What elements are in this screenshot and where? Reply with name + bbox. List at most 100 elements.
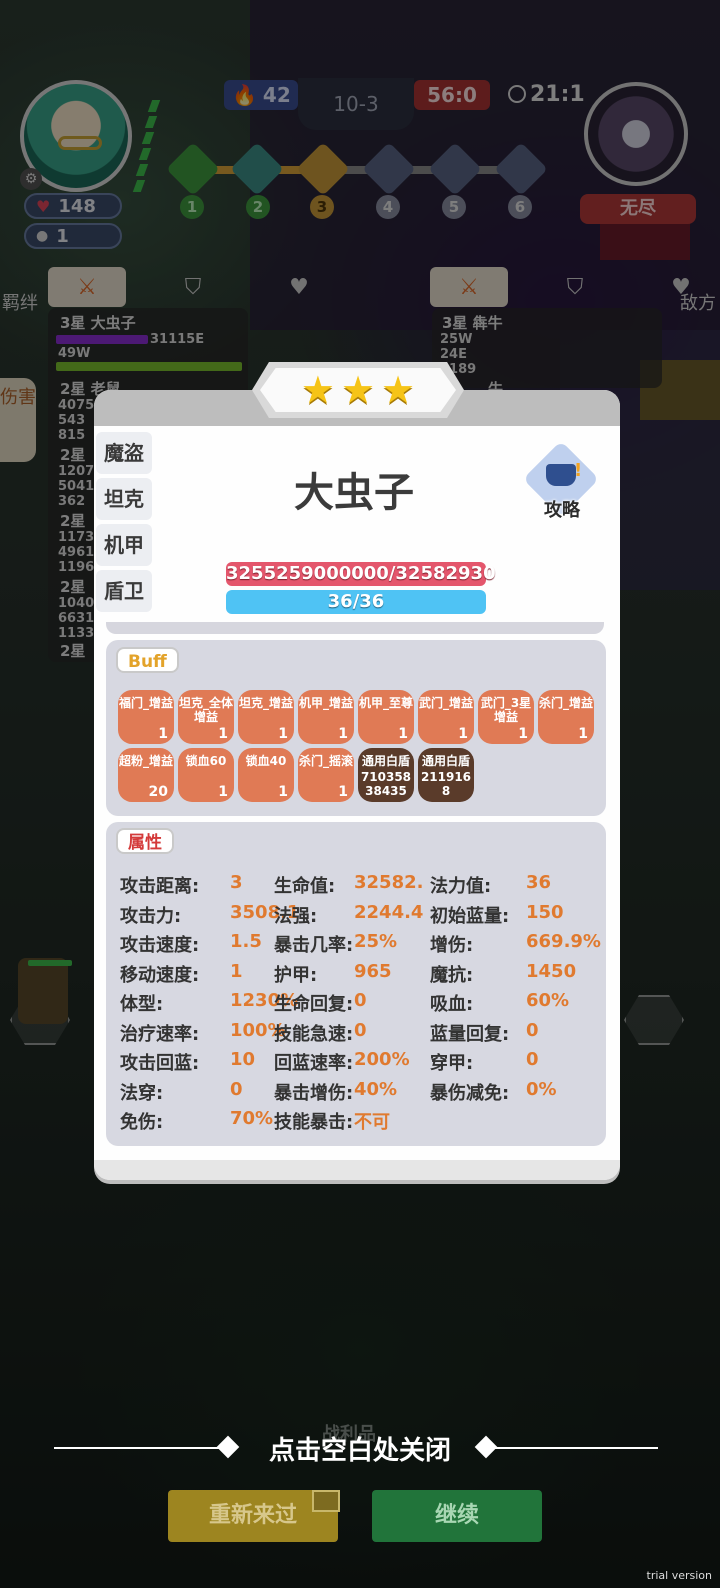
graduation-cap-icon [546,464,576,486]
buff-tile[interactable]: 机甲_增益 1 [298,690,354,744]
attribute-label: 免伤: [120,1112,164,1133]
attribute-value: 0 [526,1049,539,1070]
star-banner: ★ ★ ★ [260,368,456,412]
buff-count: 1 [278,726,288,742]
attribute-label: 法强: [274,905,318,927]
buff-tile-shield[interactable]: 通用白盾 211916 8 [418,748,474,802]
strategy-button[interactable]: ! 攻略 [522,440,600,521]
buff-tile[interactable]: 锁血40 1 [238,748,294,802]
attribute-value: 0 [230,1078,243,1100]
attribute-value: 0 [354,990,367,1011]
retry-button[interactable]: 重新来过 [168,1490,340,1542]
buff-name: 福门_增益 [118,696,173,710]
alert-icon: ! [574,460,583,481]
divider-right [494,1447,658,1449]
attribute-value: 32582. [354,872,424,893]
attribute-label: 攻击回蓝: [120,1053,200,1074]
buff-name: 武门_增益 [418,696,473,710]
attribute-item: 攻击力: 3508.1 [120,902,299,928]
attribute-label: 魔抗: [430,964,474,986]
buff-tile[interactable]: 机甲_至尊 1 [358,690,414,744]
attribute-value: 1.5 [230,931,262,952]
modal-divider [106,622,604,634]
attribute-label: 攻击力: [120,905,182,927]
attribute-label: 技能暴击: [274,1112,354,1133]
buff-tile[interactable]: 武门_增益 1 [418,690,474,744]
buff-name: 武门_3星增益 [480,696,532,724]
attribute-item: 治疗速率: 100% [120,1020,286,1046]
buff-tile[interactable]: 杀门_增益 1 [538,690,594,744]
attribute-value: 150 [526,901,564,923]
attribute-item: 技能暴击: 不可 [274,1108,390,1134]
star-icon-3: ★ [381,368,416,412]
attribute-item: 穿甲: 0 [430,1049,539,1075]
attribute-label: 法力值: [430,876,492,897]
attribute-item: 护甲: 965 [274,961,392,987]
buff-name: 锁血40 [245,754,287,768]
buff-count: 1 [458,726,468,742]
attribute-label: 暴击几率: [274,935,354,956]
attribute-label: 暴击增伤: [274,1082,354,1104]
class-tab-2[interactable]: 坦克 [96,478,152,520]
attribute-label: 体型: [120,994,164,1015]
continue-button[interactable]: 继续 [372,1490,542,1542]
attribute-label: 初始蓝量: [430,905,510,927]
buff-count: 1 [398,726,408,742]
class-tab-4[interactable]: 盾卫 [96,570,152,612]
attribute-value: 25% [354,931,398,952]
attribute-label: 吸血: [430,994,474,1015]
buff-name: 杀门_增益 [538,696,593,710]
attribute-value: 10 [230,1049,256,1070]
buff-count: 1 [338,726,348,742]
class-tab-1[interactable]: 魔盗 [96,432,152,474]
strategy-label: 攻略 [544,500,580,521]
attribute-value: 965 [354,960,392,982]
attribute-label: 穿甲: [430,1053,474,1074]
buff-count: 1 [518,726,528,742]
buff-name: 坦克_增益 [238,696,293,710]
attribute-label: 护甲: [274,964,318,986]
hero-mp-bar: 36/36 [226,590,486,614]
attribute-item: 回蓝速率: 200% [274,1049,410,1075]
class-tab-3[interactable]: 机甲 [96,524,152,566]
attribute-item: 免伤: 70% [120,1108,273,1134]
close-hint: 点击空白处关闭 [268,1436,451,1466]
buff-count: 1 [218,726,228,742]
buff-tile[interactable]: 坦克_增益 1 [238,690,294,744]
attribute-value: 1 [230,960,243,982]
attribute-value: 60% [526,990,570,1011]
attribute-label: 生命回复: [274,994,354,1015]
buff-tile[interactable]: 武门_3星增益 1 [478,690,534,744]
buff-tile[interactable]: 杀门_摇滚 1 [298,748,354,802]
buff-name: 锁血60 [185,754,227,768]
attribute-section-label: 属性 [116,828,174,854]
buff-tile[interactable]: 福门_增益 1 [118,690,174,744]
modal-footer-strip [94,1160,620,1180]
attribute-value: 200% [354,1049,410,1070]
attribute-value: 36 [526,872,552,893]
hero-name: 大虫子 [294,470,414,516]
attribute-value: 3 [230,872,243,893]
buff-tile[interactable]: 坦克_全体增益 1 [178,690,234,744]
attribute-label: 移动速度: [120,964,200,986]
buff-tile-shield[interactable]: 通用白盾 710358 38435 [358,748,414,802]
attribute-item: 暴击几率: 25% [274,931,397,957]
buff-tile[interactable]: 超粉_增益 20 [118,748,174,802]
attribute-value: 2244.4 [354,901,424,923]
class-tab-list: 魔盗 坦克 机甲 盾卫 [96,432,154,616]
attribute-label: 法穿: [120,1082,164,1104]
buff-name: 坦克_全体增益 [178,696,233,724]
attribute-label: 增伤: [430,935,474,956]
attribute-item: 技能急速: 0 [274,1020,367,1046]
attribute-value: 0 [354,1019,367,1041]
attribute-item: 移动速度: 1 [120,961,243,987]
attribute-item: 魔抗: 1450 [430,961,576,987]
attribute-label: 回蓝速率: [274,1053,354,1074]
star-icon-2: ★ [340,368,376,412]
attribute-item: 暴伤减免: 0% [430,1079,557,1105]
buff-tile[interactable]: 锁血60 1 [178,748,234,802]
attribute-item: 法力值: 36 [430,872,551,898]
attribute-value: 0 [526,1019,539,1041]
buff-count: 211916 8 [420,770,472,798]
attribute-item: 体型: 1230% [120,990,298,1016]
